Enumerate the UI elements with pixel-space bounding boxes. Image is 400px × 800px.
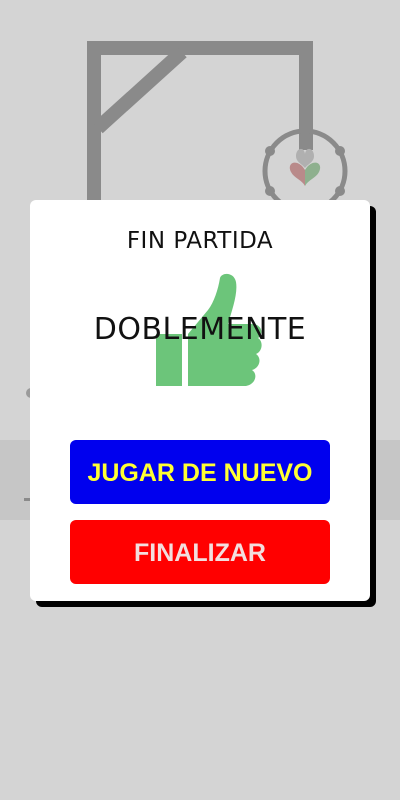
finish-button[interactable]: FINALIZAR xyxy=(70,520,330,584)
result-word: DOBLEMENTE xyxy=(93,312,307,347)
dialog-title: FIN PARTIDA xyxy=(126,228,274,254)
play-again-button[interactable]: JUGAR DE NUEVO xyxy=(70,440,330,504)
game-over-dialog: FIN PARTIDA DOBLEMENTE JUGAR DE NUEVO FI… xyxy=(30,200,370,601)
game-screen: FIN PARTIDA DOBLEMENTE JUGAR DE NUEVO FI… xyxy=(0,0,400,800)
